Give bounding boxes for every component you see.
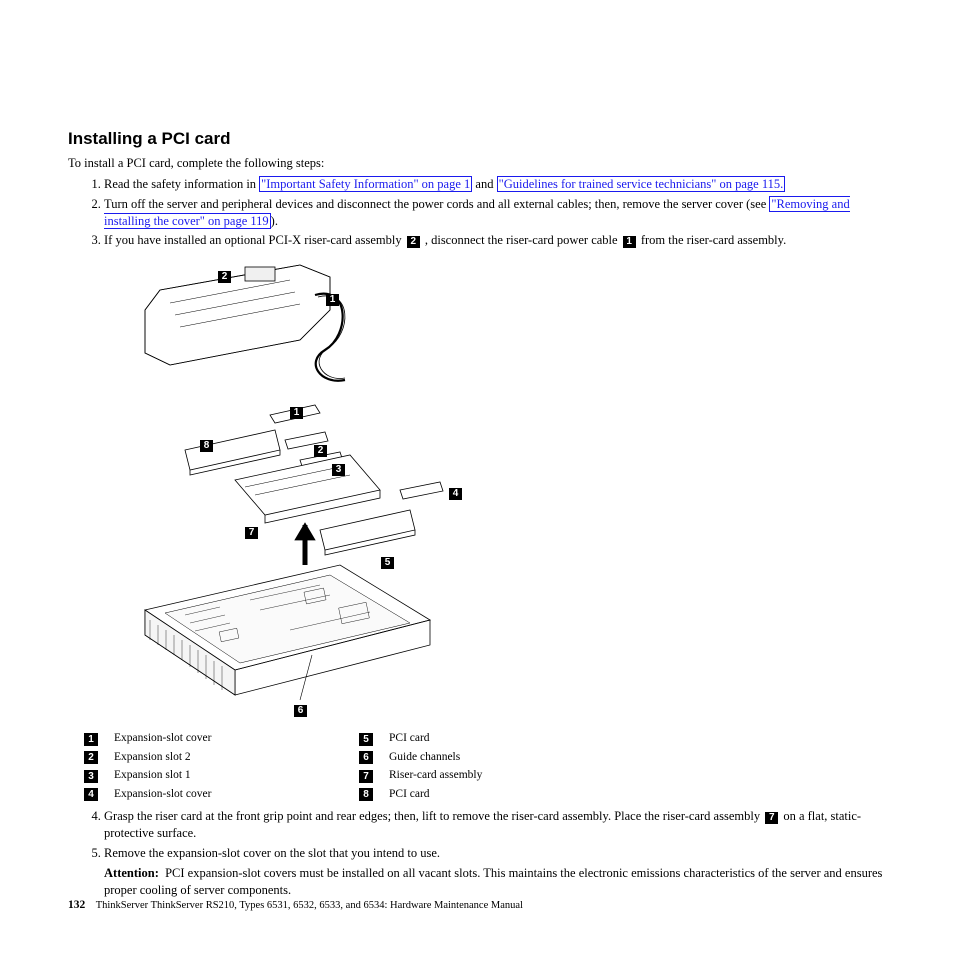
legend-row-7: 7 Riser-card assembly — [357, 768, 482, 784]
legend-num-6: 6 — [359, 751, 373, 764]
section-heading: Installing a PCI card — [68, 128, 894, 151]
legend-row-4: 4 Expansion-slot cover — [82, 787, 357, 803]
step-4: Grasp the riser card at the front grip p… — [104, 808, 894, 842]
page-footer: 132 ThinkServer ThinkServer RS210, Types… — [68, 898, 523, 914]
attention-text: PCI expansion-slot covers must be instal… — [104, 866, 882, 897]
legend-label-4: Expansion-slot cover — [114, 787, 211, 803]
legend-label-3: Expansion slot 1 — [114, 768, 191, 784]
fig-callout-4: 4 — [449, 488, 462, 500]
callout-2-inline: 2 — [407, 236, 420, 248]
legend-label-1: Expansion-slot cover — [114, 731, 211, 747]
fig-callout-2: 2 — [314, 445, 327, 457]
legend-row-6: 6 Guide channels — [357, 750, 482, 766]
attention-block: Attention: PCI expansion-slot covers mus… — [104, 865, 894, 899]
fig-callout-1-upper: 1 — [326, 294, 339, 306]
step5-text: Remove the expansion-slot cover on the s… — [104, 846, 440, 860]
figure-area: 2 1 1 8 2 3 4 7 5 6 — [90, 255, 894, 725]
legend-label-6: Guide channels — [389, 750, 460, 766]
legend-num-8: 8 — [359, 788, 373, 801]
step-2: Turn off the server and peripheral devic… — [104, 196, 894, 230]
fig-callout-1: 1 — [290, 407, 303, 419]
technical-diagram — [90, 255, 510, 725]
legend-table: 1Expansion-slot cover 2Expansion slot 2 … — [82, 731, 894, 802]
attention-label: Attention: — [104, 866, 159, 880]
legend-row-5: 5 PCI card — [357, 731, 482, 747]
step3-text-b: , disconnect the riser-card power cable — [422, 233, 621, 247]
fig-callout-3: 3 — [332, 464, 345, 476]
step4-text-a: Grasp the riser card at the front grip p… — [104, 809, 763, 823]
fig-callout-2-upper: 2 — [218, 271, 231, 283]
legend-num-1: 1 — [84, 733, 98, 746]
legend-label-8: PCI card — [389, 787, 430, 803]
fig-callout-6: 6 — [294, 705, 307, 717]
step-3: If you have installed an optional PCI-X … — [104, 232, 894, 249]
legend-label-7: Riser-card assembly — [389, 768, 482, 784]
callout-7-inline: 7 — [765, 812, 778, 824]
step2-text-b: ). — [271, 214, 278, 228]
intro-text: To install a PCI card, complete the foll… — [68, 155, 894, 172]
legend-label-2: Expansion slot 2 — [114, 750, 191, 766]
callout-1-inline: 1 — [623, 236, 636, 248]
link-safety-info[interactable]: "Important Safety Information" on page 1 — [259, 176, 472, 192]
steps-list-continued: Grasp the riser card at the front grip p… — [68, 808, 894, 898]
legend-row-3: 3 Expansion slot 1 — [82, 768, 357, 784]
legend-row-1: 1 Expansion-slot cover — [82, 731, 357, 747]
legend-row-8: 8 PCI card — [357, 787, 482, 803]
step-5: Remove the expansion-slot cover on the s… — [104, 845, 894, 899]
legend-num-5: 5 — [359, 733, 373, 746]
step3-text-c: from the riser-card assembly. — [638, 233, 787, 247]
step2-text-a: Turn off the server and peripheral devic… — [104, 197, 769, 211]
link-guidelines[interactable]: "Guidelines for trained service technici… — [497, 176, 786, 192]
step3-text-a: If you have installed an optional PCI-X … — [104, 233, 405, 247]
fig-callout-8: 8 — [200, 440, 213, 452]
fig-callout-7: 7 — [245, 527, 258, 539]
legend-num-2: 2 — [84, 751, 98, 764]
page-content: Installing a PCI card To install a PCI c… — [0, 0, 954, 899]
step-1: Read the safety information in "Importan… — [104, 176, 894, 193]
legend-num-3: 3 — [84, 770, 98, 783]
legend-label-5: PCI card — [389, 731, 430, 747]
legend-num-4: 4 — [84, 788, 98, 801]
step1-text-a: Read the safety information in — [104, 177, 259, 191]
page-number: 132 — [68, 899, 85, 911]
footer-text: ThinkServer ThinkServer RS210, Types 653… — [96, 900, 523, 911]
legend-row-2: 2 Expansion slot 2 — [82, 750, 357, 766]
step1-text-b: and — [472, 177, 496, 191]
steps-list: Read the safety information in "Importan… — [68, 176, 894, 250]
legend-num-7: 7 — [359, 770, 373, 783]
fig-callout-5: 5 — [381, 557, 394, 569]
